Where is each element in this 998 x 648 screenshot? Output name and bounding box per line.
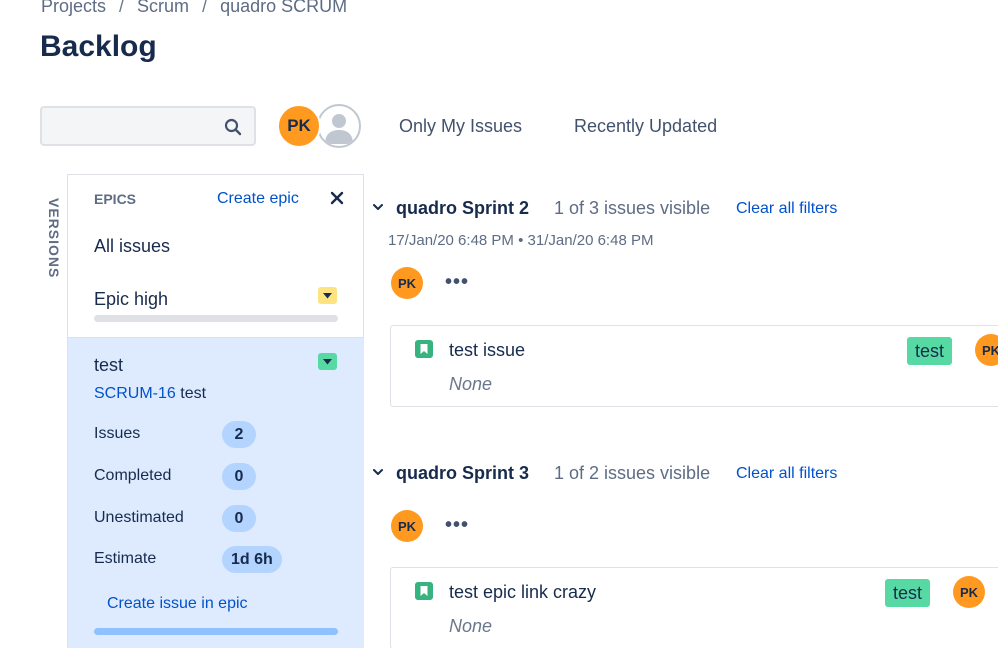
issue-summary[interactable]: test epic link crazy: [449, 582, 596, 603]
search-input[interactable]: [42, 108, 254, 144]
breadcrumb-separator: /: [202, 0, 208, 16]
stat-label-issues: Issues: [94, 425, 141, 442]
stat-label-completed: Completed: [94, 467, 172, 484]
issue-label-badge: test: [885, 579, 931, 607]
epics-header: EPICS: [94, 191, 137, 207]
stat-label-estimate: Estimate: [94, 550, 157, 567]
search-icon[interactable]: [224, 118, 242, 136]
stat-badge-completed: 0: [222, 463, 256, 490]
breadcrumb-scrum[interactable]: Scrum: [137, 0, 189, 17]
epic-item-epic-high[interactable]: Epic high: [94, 289, 168, 310]
stat-label-unestimated: Unestimated: [94, 509, 184, 526]
versions-tab-label: VERSIONS: [46, 198, 62, 279]
issue-epic-value: None: [449, 616, 493, 636]
epics-panel: EPICS Create epic All issues Epic high t…: [67, 174, 364, 648]
epic-issue-summary: test: [180, 385, 207, 402]
issue-label-badge: test: [907, 337, 953, 365]
date-separator: •: [518, 232, 524, 249]
epic-name: test: [94, 355, 124, 375]
issue-assignee-avatar[interactable]: PK: [953, 576, 985, 608]
sprint-visible-count: 1 of 3 issues visible: [554, 198, 711, 218]
sprint-name: quadro Sprint 2: [396, 198, 530, 218]
sprint-dates: 17/Jan/20 6:48 PM • 31/Jan/20 6:48 PM: [388, 232, 653, 249]
sprint-avatar-pk[interactable]: PK: [391, 510, 423, 542]
sprint-start-date: 17/Jan/20 6:48 PM: [388, 232, 514, 249]
create-epic-link[interactable]: Create epic: [217, 190, 299, 208]
sprint-name: quadro Sprint 3: [396, 463, 530, 483]
epic-collapse-toggle[interactable]: [318, 353, 337, 370]
epic-filter-all-issues[interactable]: All issues: [94, 236, 170, 257]
sprint-avatar-pk[interactable]: PK: [391, 267, 423, 299]
page-title: Backlog: [40, 30, 157, 63]
issue-epic-value: None: [449, 374, 493, 394]
chevron-down-icon[interactable]: [372, 466, 384, 478]
epic-issue-line: SCRUM-16 test: [94, 385, 206, 403]
more-actions-icon[interactable]: •••: [445, 272, 469, 292]
story-icon: [415, 582, 433, 600]
avatar-filter-unassigned[interactable]: [317, 104, 361, 148]
epic-item-test[interactable]: test SCRUM-16 test Issues 2 Completed 0 …: [68, 338, 364, 648]
breadcrumb-projects[interactable]: Projects: [41, 0, 106, 17]
sprint-end-date: 31/Jan/20 6:48 PM: [527, 232, 654, 249]
chevron-down-icon: [323, 293, 332, 299]
issue-summary[interactable]: test issue: [449, 340, 525, 361]
stat-badge-unestimated: 0: [222, 505, 256, 532]
versions-tab[interactable]: VERSIONS: [44, 198, 62, 288]
create-issue-in-epic-link[interactable]: Create issue in epic: [107, 595, 248, 613]
user-icon: [325, 114, 353, 144]
epic-expand-toggle[interactable]: [318, 287, 337, 304]
quick-filter-only-my-issues[interactable]: Only My Issues: [399, 116, 522, 137]
issue-card[interactable]: test epic link crazy None test PK: [390, 567, 998, 648]
epic-progress-bar: [94, 628, 338, 635]
search-box[interactable]: [40, 106, 256, 146]
sprint-visible-count: 1 of 2 issues visible: [554, 463, 711, 483]
breadcrumb-project[interactable]: quadro SCRUM: [220, 0, 347, 17]
avatar-filter-pk[interactable]: PK: [277, 104, 321, 148]
stat-badge-issues: 2: [222, 421, 256, 448]
epic-issue-key-link[interactable]: SCRUM-16: [94, 385, 176, 402]
breadcrumb-separator: /: [119, 0, 125, 16]
breadcrumb: Projects / Scrum / quadro SCRUM: [41, 0, 347, 17]
story-icon: [415, 340, 433, 358]
epic-progress-bar: [94, 315, 338, 322]
chevron-down-icon[interactable]: [372, 201, 384, 213]
quick-filter-recently-updated[interactable]: Recently Updated: [574, 116, 717, 137]
stat-badge-estimate: 1d 6h: [222, 546, 282, 573]
issue-card[interactable]: test issue None test PK: [390, 325, 998, 407]
clear-all-filters-link[interactable]: Clear all filters: [736, 200, 837, 218]
close-icon[interactable]: [330, 191, 344, 205]
more-actions-icon[interactable]: •••: [445, 515, 469, 535]
issue-assignee-avatar[interactable]: PK: [975, 334, 998, 366]
chevron-down-icon: [323, 359, 332, 365]
clear-all-filters-link[interactable]: Clear all filters: [736, 465, 837, 483]
